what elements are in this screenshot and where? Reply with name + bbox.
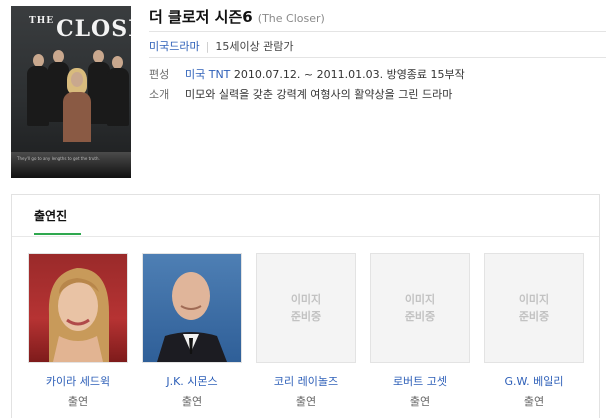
cast-card[interactable]: 이미지 준비중 G.W. 베일리 출연 — [484, 253, 584, 409]
cast-card[interactable]: J.K. 시몬스 출연 — [142, 253, 242, 409]
tab-cast[interactable]: 출연진 — [34, 207, 67, 224]
poster-figure — [27, 66, 49, 126]
poster-logo-main: CLOSER — [56, 16, 131, 42]
poster-lead-dress — [63, 92, 91, 142]
placeholder-line: 준비중 — [290, 310, 322, 323]
show-title-english: (The Closer) — [257, 12, 325, 25]
actor-photo-placeholder[interactable]: 이미지 준비중 — [256, 253, 356, 363]
cast-card[interactable]: 이미지 준비중 코리 레이놀즈 출연 — [256, 253, 356, 409]
broadcaster-link[interactable]: 미국 TNT — [185, 68, 230, 81]
placeholder-text: 이미지 준비중 — [485, 291, 583, 325]
actor-name-link[interactable]: 로버트 고셋 — [370, 373, 470, 389]
intro-row: 소개 미모와 실력을 갖춘 강력계 여형사의 활약상을 그린 드라마 — [149, 86, 452, 102]
actor-role: 출연 — [67, 395, 89, 408]
actor-role: 출연 — [409, 395, 431, 408]
divider — [149, 57, 606, 58]
schedule-label: 편성 — [149, 68, 170, 81]
placeholder-line: 준비중 — [404, 310, 436, 323]
age-rating: 15세이상 관람가 — [215, 40, 294, 53]
intro-text: 미모와 실력을 갖춘 강력계 여형사의 활약상을 그린 드라마 — [185, 88, 453, 101]
actor-role: 출연 — [523, 395, 545, 408]
poster-tagline: They'll go to any lengths to get the tru… — [17, 156, 100, 161]
schedule-row: 편성 미국 TNT 2010.07.12. ~ 2011.01.03. 방영종료 … — [149, 66, 465, 82]
poster-lead-head — [71, 72, 83, 87]
placeholder-line: 이미지 — [404, 293, 436, 306]
cast-card[interactable]: 카이라 세드윅 출연 — [28, 253, 128, 409]
actor-name-link[interactable]: 카이라 세드윅 — [28, 373, 128, 389]
genre-link[interactable]: 미국드라마 — [149, 40, 200, 53]
actor-photo-image — [48, 268, 109, 362]
poster-logo-prefix: THE — [29, 16, 55, 26]
cast-tab-bar: 출연진 — [12, 195, 599, 237]
placeholder-line: 이미지 — [290, 293, 322, 306]
actor-photo-image — [157, 272, 227, 362]
placeholder-line: 이미지 — [518, 293, 550, 306]
tab-active-indicator — [34, 233, 81, 235]
show-title: 더 클로저 시즌6 — [149, 8, 253, 26]
cast-card[interactable]: 이미지 준비중 로버트 고셋 출연 — [370, 253, 470, 409]
schedule-text: 2010.07.12. ~ 2011.01.03. 방영종료 15부작 — [233, 68, 465, 81]
placeholder-line: 준비중 — [518, 310, 550, 323]
actor-photo-placeholder[interactable]: 이미지 준비중 — [484, 253, 584, 363]
show-title-row: 더 클로저 시즌6 (The Closer) — [149, 6, 325, 27]
placeholder-text: 이미지 준비중 — [257, 291, 355, 325]
show-poster[interactable]: THECLOSER They'll go to any lengths to g… — [11, 6, 131, 178]
actor-photo[interactable] — [142, 253, 242, 363]
poster-figure — [107, 68, 129, 126]
poster-logo: THECLOSER — [29, 16, 131, 42]
actor-role: 출연 — [295, 395, 317, 408]
actor-name-link[interactable]: 코리 레이놀즈 — [256, 373, 356, 389]
divider — [149, 31, 606, 32]
actor-name-link[interactable]: G.W. 베일리 — [484, 373, 584, 389]
actor-photo[interactable] — [28, 253, 128, 363]
intro-label: 소개 — [149, 88, 170, 101]
meta-separator: | — [205, 40, 210, 53]
show-meta-row: 미국드라마 | 15세이상 관람가 — [149, 38, 294, 54]
actor-name-link[interactable]: J.K. 시몬스 — [142, 373, 242, 389]
placeholder-text: 이미지 준비중 — [371, 291, 469, 325]
actor-role: 출연 — [181, 395, 203, 408]
actor-photo-placeholder[interactable]: 이미지 준비중 — [370, 253, 470, 363]
